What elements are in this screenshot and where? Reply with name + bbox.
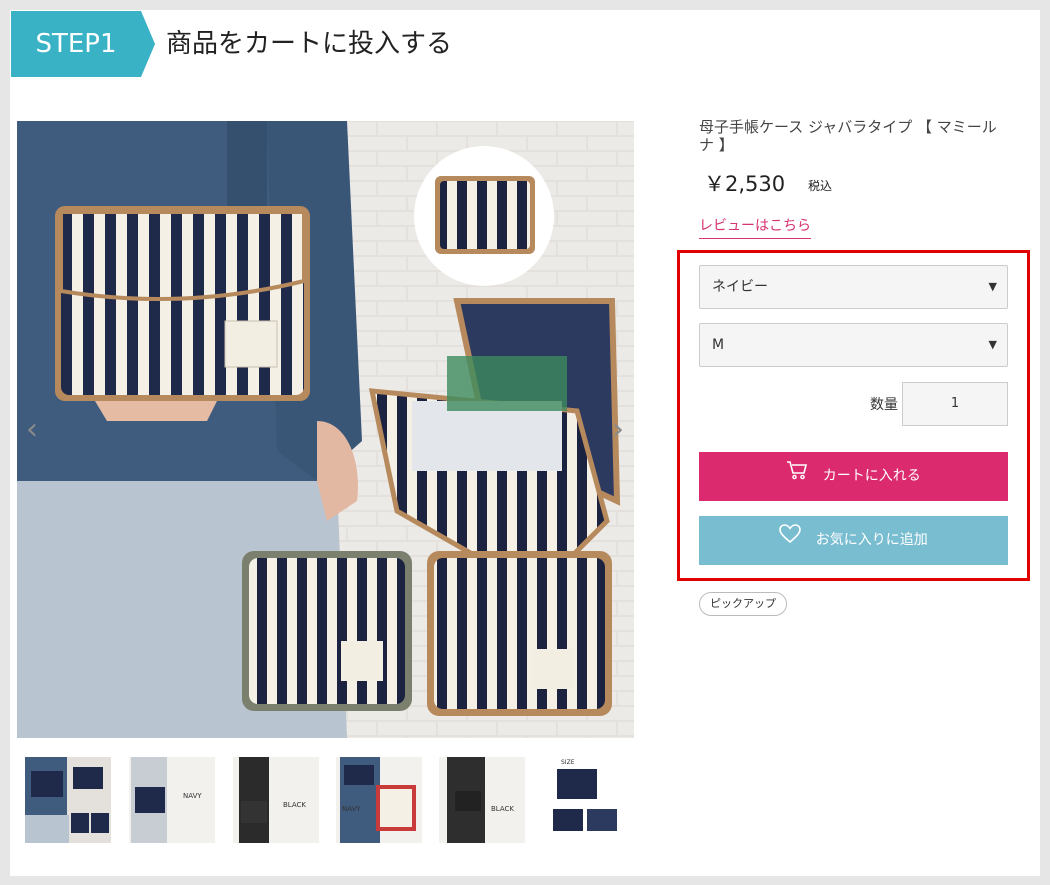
next-image-arrow-icon[interactable]: › [608,415,628,445]
chevron-down-icon: ▼ [988,338,997,351]
step-badge: STEP1 [11,11,141,77]
thumbnail-2-label: NAVY [183,792,202,800]
pickup-tag[interactable]: ピックアップ [699,592,787,616]
color-select-value: ネイビー [712,279,768,295]
thumbnail-6-label: SIZE [561,759,575,766]
thumbnail-5-label: BLACK [491,805,515,813]
thumbnail-1[interactable] [25,757,111,843]
add-to-cart-button[interactable]: カートに入れる [699,452,1008,501]
thumbnail-3[interactable]: BLACK [233,757,319,843]
thumbnail-2[interactable]: NAVY [129,757,215,843]
thumbnail-4-label: NAVY [342,805,361,813]
product-name: 母子手帳ケース ジャバラタイプ 【 マミールナ 】 [699,118,997,154]
chevron-down-icon: ▼ [988,280,997,293]
review-link[interactable]: レビューはこちら [699,215,811,239]
color-select[interactable]: ネイビー ▼ [699,265,1008,309]
add-to-favorites-button[interactable]: お気に入りに追加 [699,516,1008,565]
add-to-cart-label: カートに入れる [822,468,921,484]
step-title: 商品をカートに投入する [166,29,453,59]
tax-label: 税込 [808,179,833,193]
add-to-favorites-label: お気に入りに追加 [815,532,928,548]
main-product-image [17,121,634,738]
size-select[interactable]: M ▼ [699,323,1008,367]
thumbnail-4[interactable]: NAVY [336,757,422,843]
thumbnail-5[interactable]: BLACK [439,757,525,843]
heart-icon [779,516,802,565]
thumbnail-6[interactable]: SIZE [543,757,629,843]
size-select-value: M [712,337,725,353]
thumbnail-3-label: BLACK [283,801,307,809]
cart-icon [786,452,808,501]
quantity-input[interactable]: 1 [902,382,1008,426]
prev-image-arrow-icon[interactable]: ‹ [22,415,42,445]
product-price: ￥2,530 [704,172,786,196]
step-arrow-icon [141,11,155,77]
quantity-label: 数量 [870,397,898,413]
